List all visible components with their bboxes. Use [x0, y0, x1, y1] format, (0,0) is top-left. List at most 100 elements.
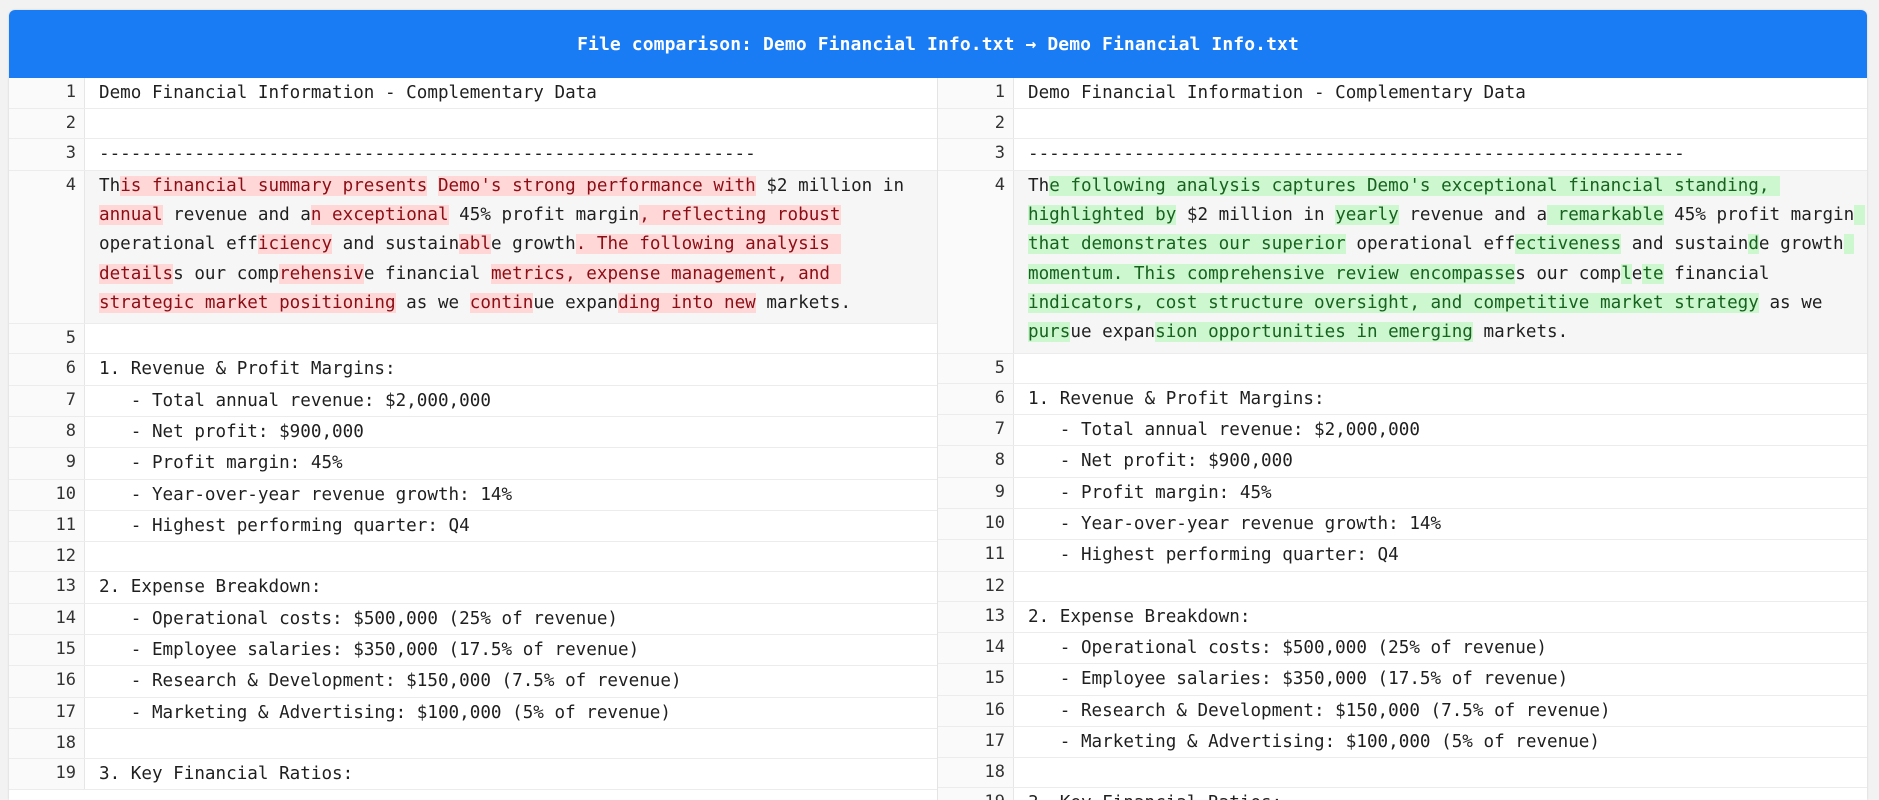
- diff-row: 14 - Operational costs: $500,000 (25% of…: [938, 633, 1867, 665]
- line-text: - Operational costs: $500,000 (25% of re…: [1028, 638, 1548, 659]
- diff-row: 15 - Employee salaries: $350,000 (17.5% …: [938, 664, 1867, 696]
- diff-row: 1 Demo Financial Information - Complement…: [9, 78, 937, 110]
- line-number: 17: [938, 726, 1014, 758]
- line-number: 6: [9, 354, 85, 385]
- line-text: [1014, 755, 1867, 787]
- unchanged-text: s our comp: [173, 263, 280, 284]
- line-text: - Profit margin: 45%: [1028, 482, 1272, 503]
- deleted-text: n exceptional: [310, 205, 449, 226]
- line-number: 12: [938, 571, 1014, 601]
- diff-row: 3 ---------------------------------------…: [9, 139, 937, 171]
- unchanged-text: ue expan: [533, 292, 619, 313]
- line-number: 14: [9, 603, 85, 635]
- comparison-title: File comparison: Demo Financial Info.txt…: [9, 10, 1867, 78]
- diff-row: 2: [9, 106, 937, 140]
- line-text: - Operational costs: $500,000 (25% of re…: [99, 608, 619, 629]
- line-text: - Year-over-year revenue growth: 14%: [99, 484, 513, 505]
- line-text: - Employee salaries: $350,000 (17.5% of …: [1028, 669, 1569, 690]
- added-text: yearly: [1335, 205, 1399, 226]
- diff-row: 7 - Total annual revenue: $2,000,000: [9, 385, 937, 418]
- deleted-text: iciency: [257, 234, 333, 255]
- line-text: This financial summary presents Demo's s…: [85, 168, 937, 323]
- unchanged-text: financial: [1663, 263, 1781, 284]
- line-number: 5: [9, 324, 85, 354]
- line-number: 16: [9, 666, 85, 697]
- line-text: - Marketing & Advertising: $100,000 (5% …: [1028, 731, 1600, 752]
- line-text: - Employee salaries: $350,000 (17.5% of …: [99, 640, 640, 661]
- deleted-text: Demo's strong performance with: [437, 175, 756, 196]
- line-number: 8: [938, 446, 1014, 477]
- line-number: 2: [938, 109, 1014, 139]
- diff-row: 16 - Research & Development: $150,000 (7…: [9, 666, 937, 698]
- unchanged-text: ue expan: [1070, 322, 1156, 343]
- line-text: 2. Expense Breakdown:: [99, 577, 322, 598]
- deleted-text: is financial summary presents: [120, 175, 428, 196]
- line-text: - Profit margin: 45%: [99, 453, 343, 474]
- line-text: - Research & Development: $150,000 (7.5%…: [1028, 700, 1611, 721]
- diff-row: 9 - Profit margin: 45%: [938, 477, 1867, 509]
- line-number: 18: [938, 758, 1014, 788]
- line-text: 1. Revenue & Profit Margins:: [99, 359, 396, 380]
- line-number: 6: [938, 383, 1014, 415]
- line-text: - Marketing & Advertising: $100,000 (5% …: [99, 702, 671, 723]
- line-text: - Year-over-year revenue growth: 14%: [1028, 513, 1442, 534]
- unchanged-text: s our comp: [1515, 263, 1622, 284]
- line-text: ----------------------------------------…: [99, 144, 756, 165]
- line-text: 3. Key Financial Ratios:: [99, 764, 354, 785]
- diff-row: 17 - Marketing & Advertising: $100,000 (…: [9, 697, 937, 729]
- unchanged-text: 45% profit margin: [1663, 205, 1855, 226]
- line-text: [1014, 569, 1867, 601]
- diff-row: 18: [9, 726, 937, 760]
- diff-row: 10 - Year-over-year revenue growth: 14%: [938, 508, 1867, 541]
- diff-panes: 1 Demo Financial Information - Complement…: [9, 78, 1867, 800]
- line-number: 17: [9, 697, 85, 728]
- line-text: - Research & Development: $150,000 (7.5%…: [99, 671, 682, 692]
- diff-row: 12: [9, 542, 937, 573]
- line-text: [85, 726, 937, 758]
- line-number: 11: [9, 510, 85, 542]
- diff-row: 193. Key Financial Ratios:: [9, 759, 937, 791]
- unchanged-text: markets.: [755, 292, 852, 313]
- unchanged-text: as we: [1758, 292, 1834, 313]
- line-text: [85, 106, 937, 138]
- diff-row: 6 1. Revenue & Profit Margins:: [938, 383, 1867, 416]
- deleted-text: rehensiv: [279, 263, 364, 284]
- line-number: 2: [9, 109, 85, 139]
- modified-file-pane[interactable]: 1 Demo Financial Information - Complement…: [938, 78, 1867, 800]
- diff-row: 193. Key Financial Ratios:: [938, 788, 1867, 800]
- line-text: - Net profit: $900,000: [1028, 451, 1293, 472]
- diff-row-changed: 4 This financial summary presents Demo's …: [9, 168, 937, 325]
- unchanged-text: $2 million in: [1176, 205, 1336, 226]
- line-text: - Highest performing quarter: Q4: [99, 515, 470, 536]
- unchanged-text: and sustain: [332, 234, 460, 255]
- line-number: 1: [9, 78, 85, 109]
- unchanged-text: [427, 176, 438, 196]
- unchanged-text: revenue and a: [1398, 205, 1548, 226]
- line-text: Demo Financial Information - Complementa…: [99, 83, 597, 103]
- line-text: - Total annual revenue: $2,000,000: [1028, 420, 1420, 441]
- diff-row: 16 - Research & Development: $150,000 (7…: [938, 695, 1867, 727]
- diff-window: File comparison: Demo Financial Info.txt…: [9, 10, 1867, 800]
- original-file-pane[interactable]: 1 Demo Financial Information - Complement…: [9, 78, 938, 800]
- line-number: 3: [938, 139, 1014, 170]
- line-number: 10: [9, 479, 85, 510]
- added-text: d: [1748, 234, 1759, 255]
- added-text: purs: [1028, 322, 1071, 343]
- diff-row: 11 - Highest performing quarter: Q4: [9, 510, 937, 543]
- line-number: 4: [9, 170, 85, 324]
- line-number: 10: [938, 508, 1014, 540]
- line-text: ----------------------------------------…: [1028, 144, 1685, 165]
- line-number: 9: [9, 448, 85, 479]
- line-number: 13: [9, 572, 85, 603]
- unchanged-text: markets.: [1472, 322, 1569, 343]
- diff-row: 13 2. Expense Breakdown:: [938, 601, 1867, 634]
- added-text: l: [1621, 263, 1632, 284]
- diff-row: 5: [9, 324, 937, 355]
- line-text: [1014, 351, 1867, 383]
- line-number: 14: [938, 633, 1014, 664]
- line-number: 3: [9, 139, 85, 170]
- line-number: 18: [9, 728, 85, 759]
- diff-row: 15 - Employee salaries: $350,000 (17.5% …: [9, 635, 937, 667]
- unchanged-text: e financial: [363, 263, 491, 284]
- added-text: sion opportunities in emerging: [1155, 322, 1473, 343]
